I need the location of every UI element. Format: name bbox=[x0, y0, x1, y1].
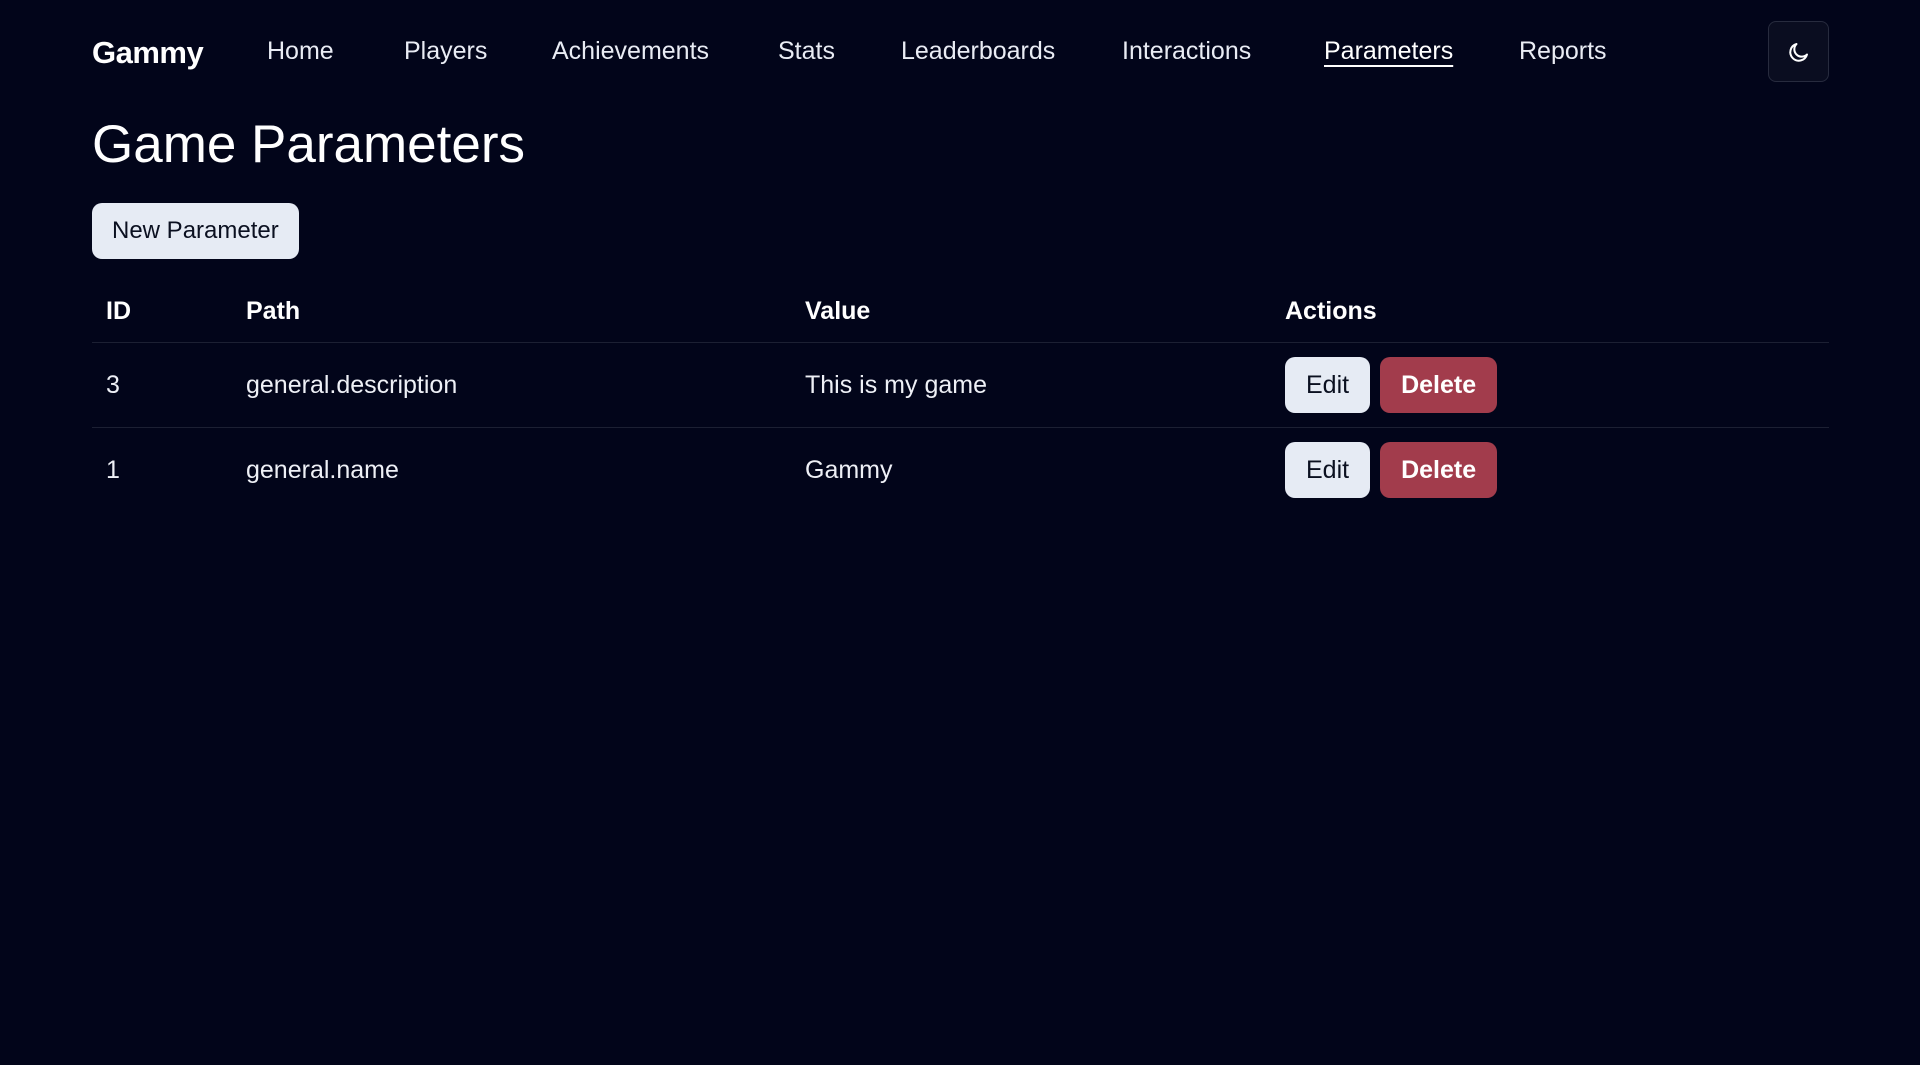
edit-button[interactable]: Edit bbox=[1285, 442, 1371, 498]
nav-item-leaderboards[interactable]: Leaderboards bbox=[901, 37, 1055, 66]
cell-path: general.description bbox=[232, 342, 791, 428]
nav-item-parameters[interactable]: Parameters bbox=[1324, 37, 1453, 66]
delete-button[interactable]: Delete bbox=[1380, 442, 1498, 498]
cell-id: 3 bbox=[92, 342, 232, 428]
nav-item-stats[interactable]: Stats bbox=[778, 37, 835, 66]
parameters-table: ID Path Value Actions 3 general.descript… bbox=[92, 280, 1829, 512]
theme-toggle-button[interactable] bbox=[1768, 21, 1829, 82]
column-header-value: Value bbox=[791, 280, 1271, 343]
nav-item-interactions[interactable]: Interactions bbox=[1122, 37, 1251, 66]
brand-logo[interactable]: Gammy bbox=[92, 35, 204, 71]
nav-item-players[interactable]: Players bbox=[404, 37, 487, 66]
moon-icon bbox=[1789, 43, 1808, 62]
nav-item-reports[interactable]: Reports bbox=[1519, 37, 1607, 66]
table-row: 1 general.name Gammy Edit Delete bbox=[92, 428, 1829, 513]
cell-value: This is my game bbox=[791, 342, 1271, 428]
new-parameter-button[interactable]: New Parameter bbox=[92, 203, 299, 259]
app-page: Gammy Home Players Achievements Stats Le… bbox=[0, 0, 1920, 1065]
table-row: 3 general.description This is my game Ed… bbox=[92, 342, 1829, 428]
cell-actions: Edit Delete bbox=[1271, 428, 1829, 513]
page-title: Game Parameters bbox=[92, 115, 525, 174]
cell-path: general.name bbox=[246, 455, 399, 484]
edit-button[interactable]: Edit bbox=[1285, 357, 1371, 413]
top-navigation: Gammy Home Players Achievements Stats Le… bbox=[92, 21, 1829, 84]
nav-item-home[interactable]: Home bbox=[267, 37, 334, 66]
nav-item-achievements[interactable]: Achievements bbox=[552, 37, 709, 66]
cell-actions: Edit Delete bbox=[1271, 342, 1829, 428]
column-header-path: Path bbox=[232, 280, 791, 343]
table-header-row: ID Path Value Actions bbox=[92, 280, 1829, 343]
delete-button[interactable]: Delete bbox=[1380, 357, 1498, 413]
column-header-actions: Actions bbox=[1271, 280, 1829, 343]
cell-value: Gammy bbox=[805, 455, 893, 484]
cell-id: 1 bbox=[106, 455, 120, 484]
column-header-id: ID bbox=[92, 280, 232, 343]
